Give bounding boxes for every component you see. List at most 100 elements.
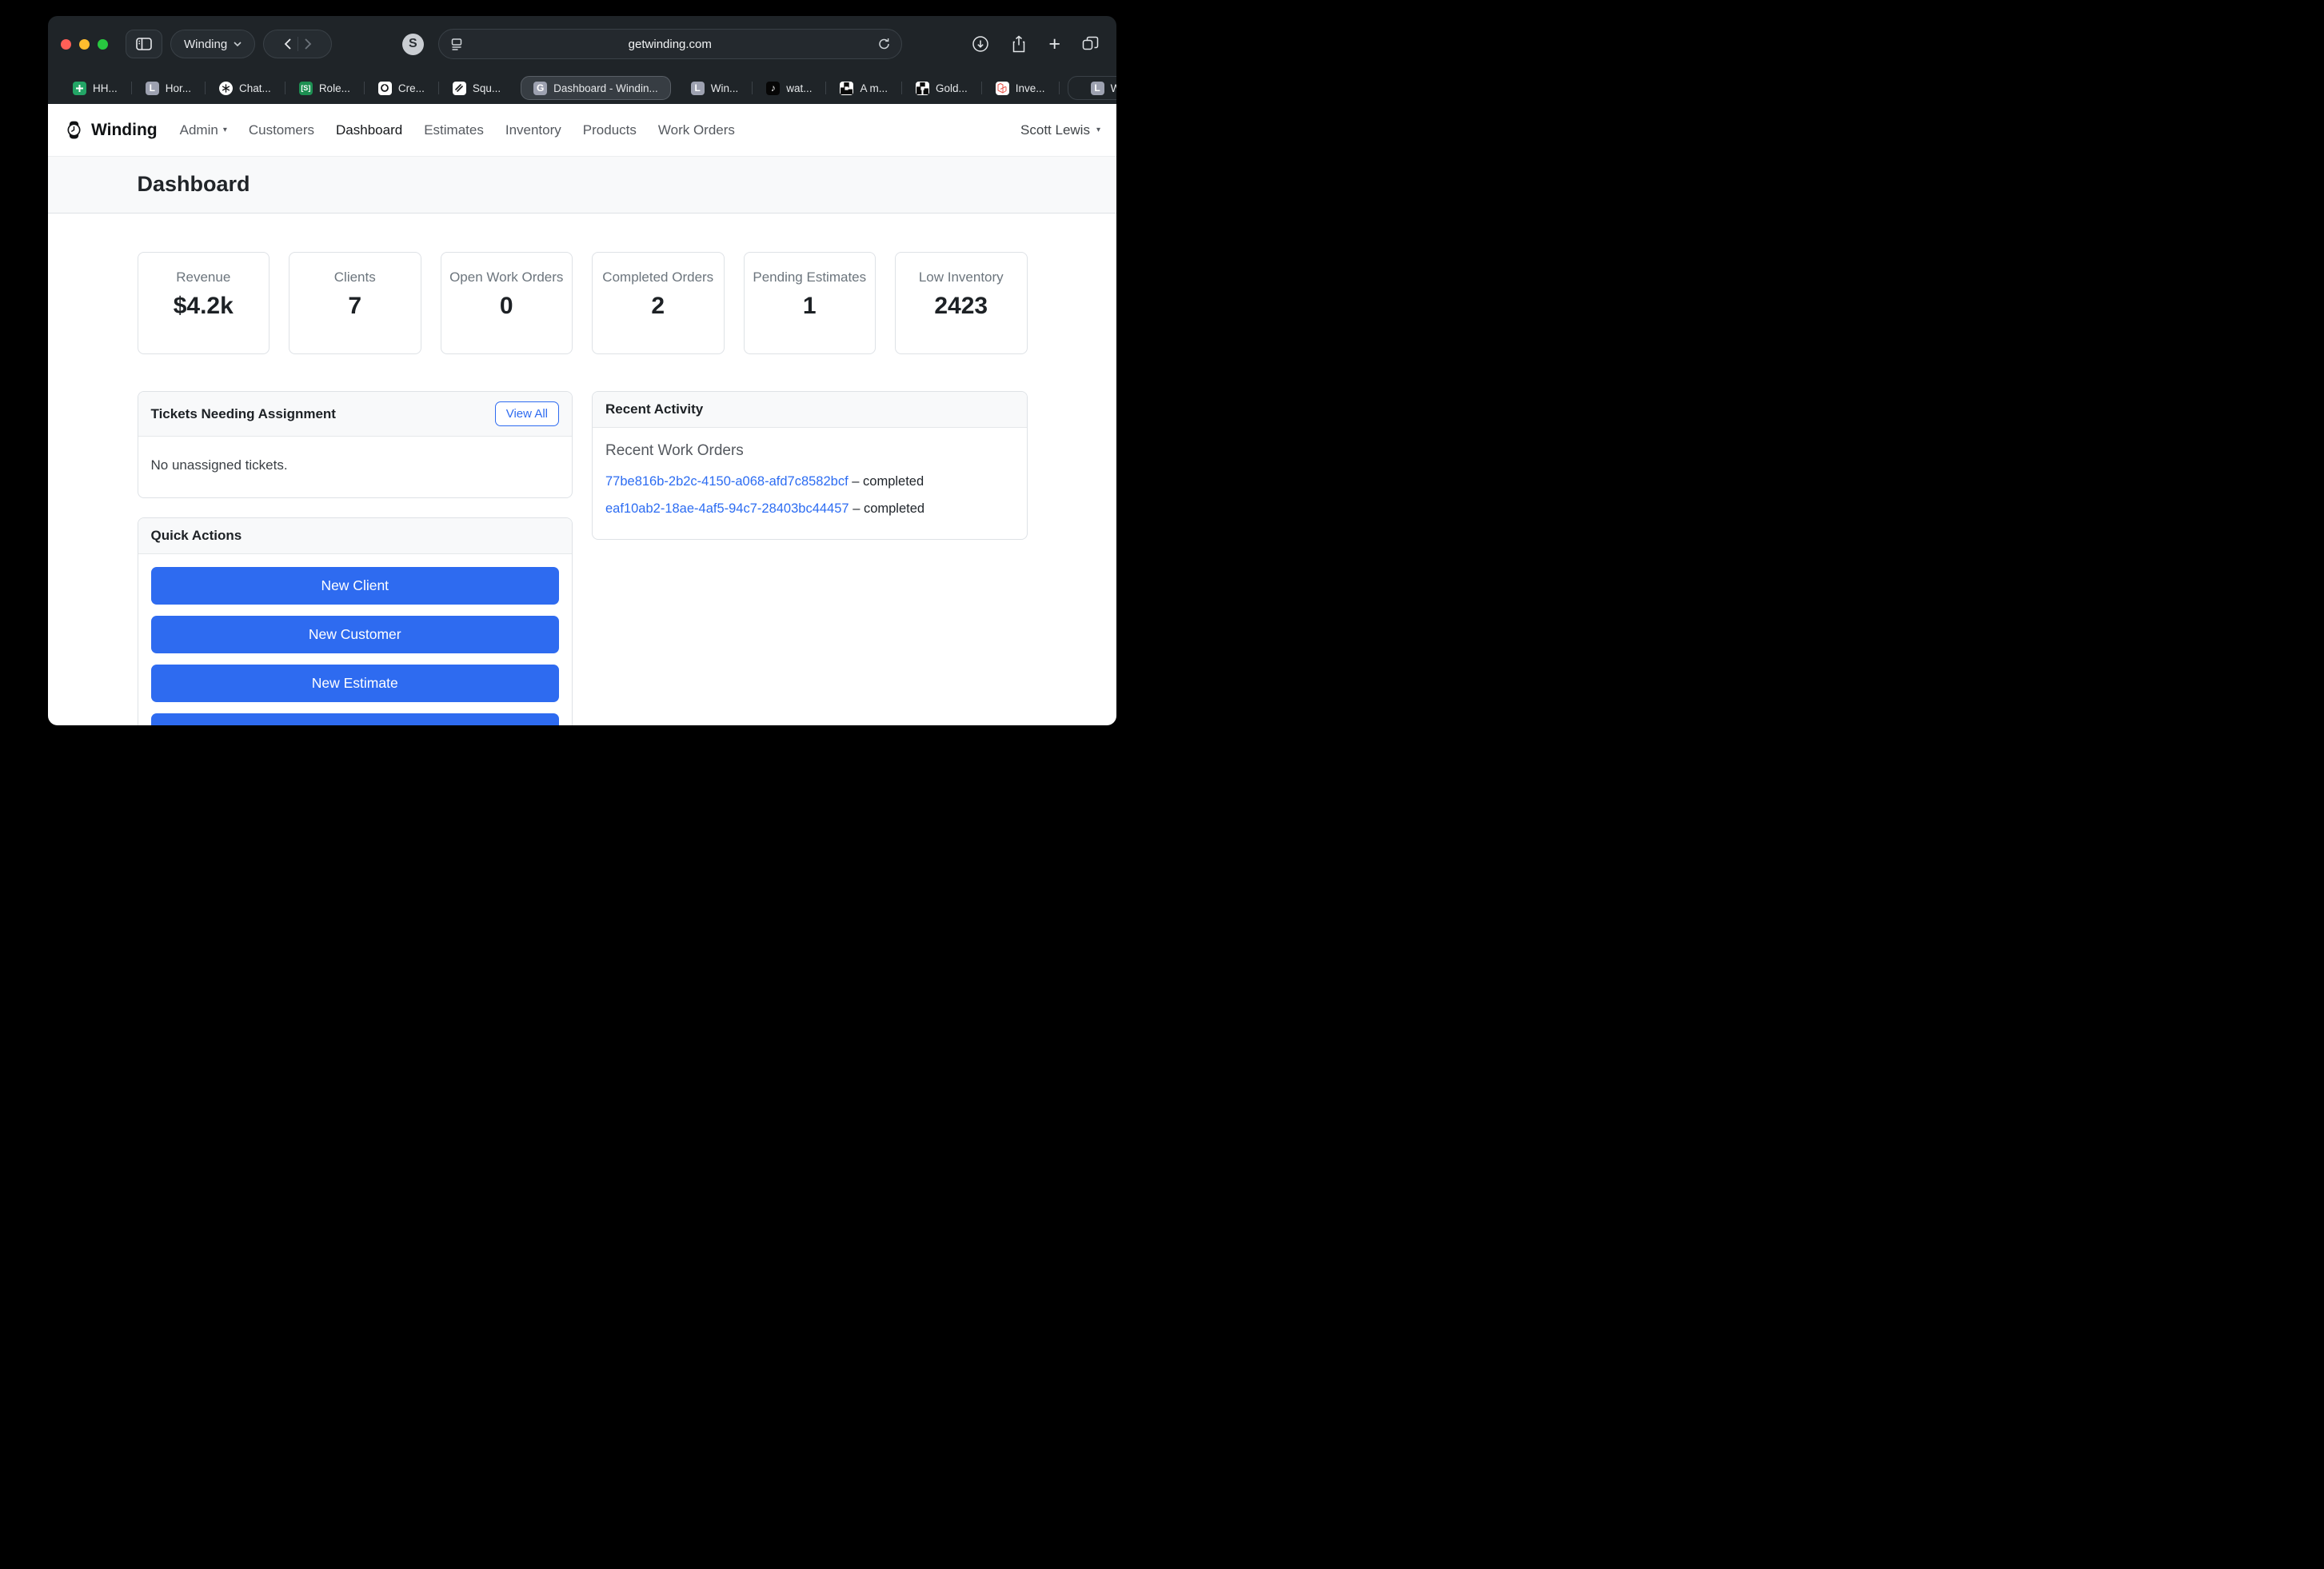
zoom-window-button[interactable] <box>98 39 108 50</box>
tab-hh[interactable]: HH... <box>59 76 131 100</box>
stat-label: Clients <box>296 269 414 285</box>
stat-card-low-inventory: Low Inventory 2423 <box>895 252 1028 354</box>
tab-inve[interactable]: Inve... <box>982 76 1059 100</box>
work-order-link[interactable]: eaf10ab2-18ae-4af5-94c7-28403bc44457 <box>605 501 849 516</box>
nav-divider <box>297 37 298 51</box>
recent-activity-panel: Recent Activity Recent Work Orders 77be8… <box>592 391 1028 540</box>
work-order-status: – completed <box>853 501 924 516</box>
profile-label: Winding <box>184 38 227 51</box>
stat-value: 0 <box>448 293 566 320</box>
stat-label: Low Inventory <box>902 269 1020 285</box>
new-customer-button[interactable]: New Customer <box>151 616 560 653</box>
nav-item-dashboard[interactable]: Dashboard <box>336 122 402 138</box>
tab-label: Cre... <box>398 82 425 94</box>
nav-item-label: Estimates <box>424 122 484 138</box>
work-order-status: – completed <box>852 474 924 489</box>
webpage: Winding Admin ▾ Customers Dashboard Esti… <box>48 104 1116 725</box>
work-order-status-text: – completed <box>853 501 924 516</box>
tab-gold[interactable]: Gold... <box>902 76 981 100</box>
stat-card-open-work-orders: Open Work Orders 0 <box>441 252 573 354</box>
tab-squ[interactable]: Squ... <box>439 76 514 100</box>
profile-menu-button[interactable]: Winding <box>170 30 255 58</box>
brand[interactable]: Winding <box>64 120 158 140</box>
close-window-button[interactable] <box>61 39 71 50</box>
tab-label: A m... <box>860 82 888 94</box>
tab-a-m[interactable]: A m... <box>826 76 901 100</box>
sidebar-toggle-button[interactable] <box>126 30 162 58</box>
view-all-button[interactable]: View All <box>495 401 559 426</box>
back-button[interactable] <box>284 38 291 50</box>
tab-chat[interactable]: Chat... <box>206 76 285 100</box>
tab-cre[interactable]: Cre... <box>365 76 438 100</box>
letter-s-icon: [S] <box>299 82 313 95</box>
nav-item-work-orders[interactable]: Work Orders <box>658 122 735 138</box>
sidebar-icon <box>136 38 152 50</box>
tab-label: Role... <box>319 82 350 94</box>
page-format-icon[interactable] <box>450 38 463 50</box>
nav-item-estimates[interactable]: Estimates <box>424 122 484 138</box>
tab-wat[interactable]: ♪ wat... <box>753 76 825 100</box>
downloads-button[interactable] <box>972 35 989 53</box>
new-tab-button[interactable]: + <box>1048 34 1060 54</box>
extension-s-icon[interactable]: S <box>402 34 424 55</box>
new-estimate-button[interactable]: New Estimate <box>151 665 560 702</box>
tab-dashboard-winding-active[interactable]: G Dashboard - Windin... <box>521 76 671 100</box>
address-bar[interactable]: getwinding.com <box>438 29 902 59</box>
work-order-status-text: – completed <box>852 474 924 489</box>
tab-win-2[interactable]: L Win... <box>1068 76 1116 100</box>
new-client-button[interactable]: New Client <box>151 567 560 605</box>
tab-label: Squ... <box>473 82 501 94</box>
stat-card-clients: Clients 7 <box>289 252 421 354</box>
tickets-panel: Tickets Needing Assignment View All No u… <box>138 391 573 498</box>
new-work-order-button[interactable]: New Work Order <box>151 713 560 725</box>
chevron-down-icon <box>234 42 242 46</box>
nav-item-label: Dashboard <box>336 122 402 138</box>
letter-l-icon: L <box>146 82 159 95</box>
nav-item-customers[interactable]: Customers <box>249 122 314 138</box>
window-controls <box>61 39 108 50</box>
tab-role[interactable]: [S] Role... <box>286 76 364 100</box>
laravel-icon <box>996 82 1009 95</box>
recent-activity-title: Recent Activity <box>605 401 703 417</box>
stat-card-revenue: Revenue $4.2k <box>138 252 270 354</box>
page-title: Dashboard <box>138 172 1028 197</box>
nav-item-admin[interactable]: Admin ▾ <box>180 122 227 138</box>
checker-icon <box>840 82 853 95</box>
stat-label: Open Work Orders <box>448 269 566 285</box>
letter-g-icon: G <box>533 82 547 95</box>
user-name: Scott Lewis <box>1020 122 1090 138</box>
browser-titlebar: Winding S <box>48 16 1116 72</box>
watch-logo-icon <box>64 120 84 140</box>
tab-hor[interactable]: L Hor... <box>132 76 205 100</box>
chevron-down-icon: ▾ <box>223 126 227 134</box>
stat-card-pending-estimates: Pending Estimates 1 <box>744 252 876 354</box>
letter-l-icon: L <box>691 82 705 95</box>
tab-win-1[interactable]: L Win... <box>677 76 753 100</box>
page-heading-band: Dashboard <box>48 156 1116 214</box>
nav-item-label: Work Orders <box>658 122 735 138</box>
reload-icon[interactable] <box>878 38 890 50</box>
nav-item-label: Customers <box>249 122 314 138</box>
forward-button[interactable] <box>305 38 312 50</box>
quick-actions-header: Quick Actions <box>138 518 573 554</box>
tab-strip: HH... L Hor... Chat... [S] Role... <box>48 72 1116 104</box>
user-menu[interactable]: Scott Lewis ▾ <box>1020 122 1100 138</box>
tickets-panel-header: Tickets Needing Assignment View All <box>138 392 573 437</box>
tab-label: Dashboard - Windin... <box>553 82 658 94</box>
work-order-link[interactable]: 77be816b-2b2c-4150-a068-afd7c8582bcf <box>605 474 849 489</box>
nav-item-inventory[interactable]: Inventory <box>505 122 561 138</box>
url-text: getwinding.com <box>629 38 712 51</box>
tab-label: Win... <box>711 82 739 94</box>
nav-item-products[interactable]: Products <box>583 122 637 138</box>
recent-work-orders-subtitle: Recent Work Orders <box>605 442 1014 460</box>
checker-icon <box>916 82 929 95</box>
app-navbar: Winding Admin ▾ Customers Dashboard Esti… <box>48 104 1116 156</box>
tab-overview-button[interactable] <box>1082 36 1099 53</box>
browser-window: Winding S <box>48 16 1116 725</box>
share-button[interactable] <box>1011 35 1027 53</box>
stat-label: Revenue <box>145 269 263 285</box>
letter-l-icon: L <box>1091 82 1104 95</box>
tab-label: Win... <box>1111 82 1116 94</box>
minimize-window-button[interactable] <box>79 39 90 50</box>
recent-activity-header: Recent Activity <box>593 392 1027 428</box>
